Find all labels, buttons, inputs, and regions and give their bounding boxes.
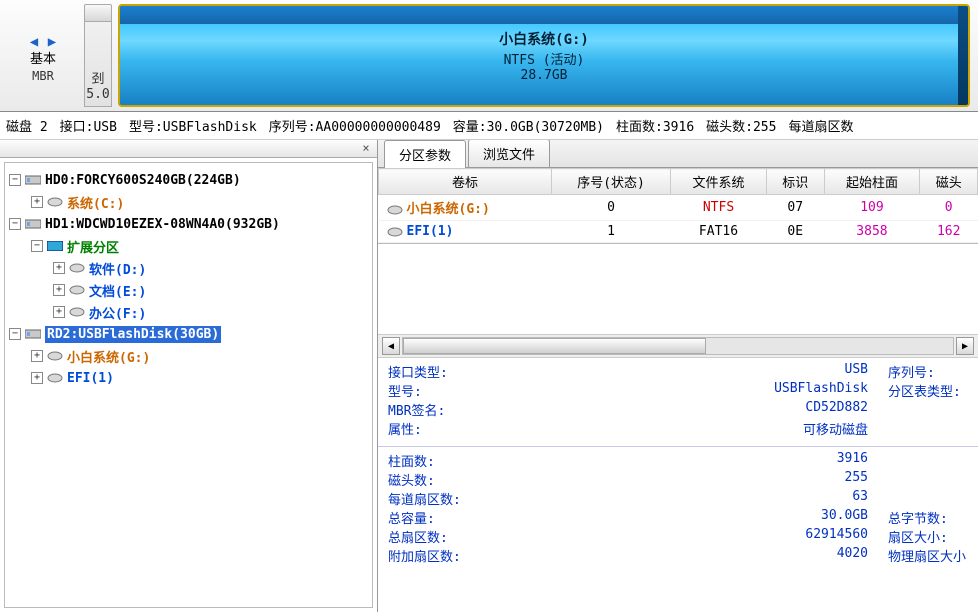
- tree-hd0-p0[interactable]: + 系统(C:): [9, 191, 368, 213]
- extended-partition-icon: [47, 239, 63, 253]
- disk-icon: [25, 327, 41, 341]
- tree-rd2-p0-label: 小白系统(G:): [67, 347, 150, 366]
- tree-hd0-label: HD0:FORCY600S240GB(224GB): [45, 173, 241, 188]
- col-flag[interactable]: 标识: [766, 169, 824, 195]
- tree-rd2-p1-label: EFI(1): [67, 371, 114, 386]
- prev-disk-arrow[interactable]: ◀: [26, 34, 42, 50]
- col-head[interactable]: 磁头: [920, 169, 978, 195]
- tree-hd1-ext[interactable]: − 扩展分区: [9, 235, 368, 257]
- expand-icon[interactable]: +: [53, 306, 65, 318]
- disk-icon: [25, 173, 41, 187]
- volume-icon: [387, 203, 403, 217]
- volume-icon: [47, 195, 63, 209]
- partition-fs: NTFS (活动): [504, 49, 585, 68]
- expand-icon[interactable]: +: [31, 196, 43, 208]
- volume-icon: [69, 305, 85, 319]
- scroll-track[interactable]: [402, 337, 954, 355]
- scroll-left-icon[interactable]: ◀: [382, 337, 400, 355]
- collapse-icon[interactable]: −: [31, 240, 43, 252]
- tree-pane-header: ×: [0, 140, 377, 158]
- tree-rd2-label: RD2:USBFlashDisk(30GB): [45, 326, 221, 343]
- tree-hd0[interactable]: − HD0:FORCY600S240GB(224GB): [9, 169, 368, 191]
- col-fs[interactable]: 文件系统: [671, 169, 767, 195]
- disk-icon: [25, 217, 41, 231]
- disk-number: 磁盘 2: [6, 116, 48, 135]
- volume-icon: [47, 349, 63, 363]
- expand-icon[interactable]: +: [53, 262, 65, 274]
- disk-basic-label: 基本: [30, 52, 56, 68]
- disk-tree[interactable]: − HD0:FORCY600S240GB(224GB) + 系统(C:) − H…: [4, 162, 373, 608]
- tab-partition-params[interactable]: 分区参数: [384, 140, 466, 168]
- tree-hd1-label: HD1:WDCWD10EZEX-08WN4A0(932GB): [45, 217, 280, 232]
- tree-hd1-p2-label: 办公(F:): [89, 303, 146, 322]
- next-disk-arrow[interactable]: ▶: [44, 34, 60, 50]
- tab-browse-files[interactable]: 浏览文件: [468, 140, 550, 167]
- disk-info-line: 磁盘 2 接口:USB 型号:USBFlashDisk 序列号:AA000000…: [0, 112, 978, 140]
- collapse-icon[interactable]: −: [9, 328, 21, 340]
- close-icon[interactable]: ×: [359, 142, 373, 156]
- disk-info-block-2: 柱面数:3916 磁头数:255 每道扇区数:63 总容量:30.0GB总字节数…: [378, 447, 978, 573]
- col-volume[interactable]: 卷标: [379, 169, 552, 195]
- disk-scheme-label: MBR: [32, 69, 54, 83]
- table-row[interactable]: EFI(1) 1 FAT16 0E 3858 162: [379, 221, 978, 243]
- expand-icon[interactable]: +: [31, 372, 43, 384]
- scroll-thumb[interactable]: [403, 338, 706, 354]
- tree-hd0-p0-label: 系统(C:): [67, 193, 124, 212]
- collapse-icon[interactable]: −: [9, 174, 21, 186]
- tree-hd1[interactable]: − HD1:WDCWD10EZEX-08WN4A0(932GB): [9, 213, 368, 235]
- tree-hd1-p0[interactable]: + 软件(D:): [9, 257, 368, 279]
- detail-tabs: 分区参数 浏览文件: [378, 140, 978, 168]
- scroll-right-icon[interactable]: ▶: [956, 337, 974, 355]
- partition-box-main[interactable]: 小白系统(G:) NTFS (活动) 28.7GB: [118, 4, 970, 107]
- tree-hd1-p0-label: 软件(D:): [89, 259, 146, 278]
- volume-icon: [69, 283, 85, 297]
- volume-icon: [47, 371, 63, 385]
- volume-icon: [69, 261, 85, 275]
- partition-size: 28.7GB: [521, 68, 568, 83]
- collapse-icon[interactable]: −: [9, 218, 21, 230]
- stub-line1: 刭: [91, 68, 104, 87]
- tree-pane: × − HD0:FORCY600S240GB(224GB) + 系统(C:) −…: [0, 140, 378, 612]
- partition-stub[interactable]: 刭 5.0: [84, 4, 112, 107]
- disk-map-left: ◀ ▶ 基本 MBR: [8, 4, 78, 107]
- expand-icon[interactable]: +: [53, 284, 65, 296]
- tree-hd1-p1-label: 文档(E:): [89, 281, 146, 300]
- stub-line2: 5.0: [86, 87, 109, 102]
- expand-icon[interactable]: +: [31, 350, 43, 362]
- col-seq[interactable]: 序号(状态): [552, 169, 671, 195]
- table-row[interactable]: 小白系统(G:) 0 NTFS 07 109 0: [379, 195, 978, 221]
- partition-name: 小白系统(G:): [499, 29, 589, 49]
- tree-rd2-p1[interactable]: + EFI(1): [9, 367, 368, 389]
- tree-hd1-ext-label: 扩展分区: [67, 237, 119, 256]
- col-startcyl[interactable]: 起始柱面: [824, 169, 920, 195]
- disk-map-strip: ◀ ▶ 基本 MBR 刭 5.0 小白系统(G:) NTFS (活动) 28.7…: [0, 0, 978, 112]
- detail-pane: 分区参数 浏览文件 卷标 序号(状态) 文件系统 标识 起始柱面 磁头 小白系统…: [378, 140, 978, 612]
- tree-hd1-p2[interactable]: + 办公(F:): [9, 301, 368, 323]
- tree-hd1-p1[interactable]: + 文档(E:): [9, 279, 368, 301]
- partition-table: 卷标 序号(状态) 文件系统 标识 起始柱面 磁头 小白系统(G:) 0 NTF…: [378, 168, 978, 244]
- volume-icon: [387, 225, 403, 239]
- tree-rd2[interactable]: − RD2:USBFlashDisk(30GB): [9, 323, 368, 345]
- tree-rd2-p0[interactable]: + 小白系统(G:): [9, 345, 368, 367]
- horizontal-scrollbar[interactable]: ◀ ▶: [378, 334, 978, 358]
- disk-info-block-1: 接口类型:USB序列号: 型号:USBFlashDisk分区表类型: MBR签名…: [378, 358, 978, 447]
